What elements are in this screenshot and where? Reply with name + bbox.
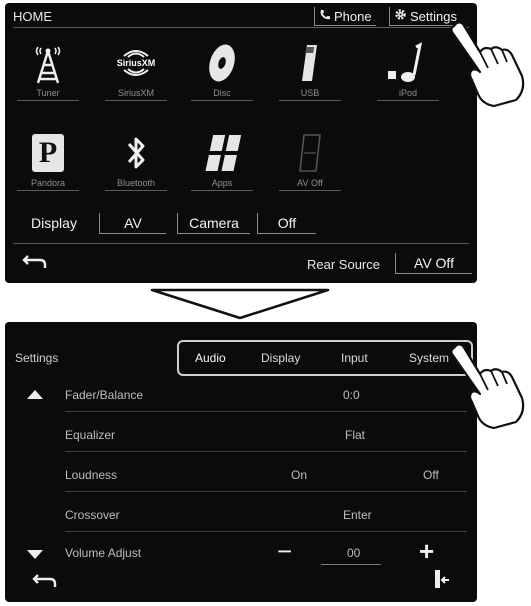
- source-tile-ipod[interactable]: iPod: [377, 41, 439, 101]
- source-label: iPod: [377, 88, 439, 101]
- setting-row-volume-adjust: Volume Adjust − 00 +: [5, 536, 477, 570]
- back-arrow-icon: [32, 573, 58, 594]
- rear-source-value-button[interactable]: AV Off: [395, 253, 472, 274]
- setting-name: Volume Adjust: [65, 546, 142, 560]
- source-tile-disc[interactable]: Disc: [191, 41, 253, 101]
- home-title: HOME: [13, 9, 52, 24]
- setting-row-crossover[interactable]: Crossover Enter: [5, 498, 477, 532]
- source-tile-av-off[interactable]: AV Off: [279, 131, 341, 191]
- setting-value: Flat: [345, 428, 366, 442]
- loudness-off-option[interactable]: Off: [423, 468, 439, 482]
- transition-arrow-icon: [150, 288, 330, 320]
- music-note-icon: [377, 41, 439, 85]
- source-tile-pandora[interactable]: P Pandora: [17, 131, 79, 191]
- source-tile-apps[interactable]: Apps: [191, 131, 253, 191]
- camera-button[interactable]: Camera: [177, 213, 250, 234]
- exit-settings-button[interactable]: [427, 569, 457, 594]
- source-label: Apps: [191, 178, 253, 191]
- loudness-on-option[interactable]: On: [291, 468, 307, 482]
- pandora-logo-icon: P: [17, 131, 79, 175]
- volume-value: 00: [347, 546, 361, 560]
- tab-audio[interactable]: Audio: [195, 351, 226, 365]
- setting-value: 0:0: [343, 388, 360, 402]
- row-divider: [65, 531, 467, 532]
- back-button[interactable]: [25, 572, 65, 594]
- footer-divider: [13, 243, 469, 244]
- row-divider: [65, 451, 467, 452]
- volume-value-underline: [321, 564, 381, 565]
- scroll-down-icon[interactable]: [27, 550, 43, 559]
- bluetooth-icon: [105, 131, 167, 175]
- row-divider: [65, 491, 467, 492]
- setting-row-loudness: Loudness On Off: [5, 458, 477, 492]
- row-divider: [65, 411, 467, 412]
- source-tile-bluetooth[interactable]: Bluetooth: [105, 131, 167, 191]
- setting-name: Crossover: [65, 508, 120, 522]
- header-divider: [13, 27, 469, 28]
- tab-display[interactable]: Display: [261, 351, 300, 365]
- back-button[interactable]: [15, 253, 55, 275]
- tab-system[interactable]: System: [409, 351, 449, 365]
- apps-grid-icon: [191, 131, 253, 175]
- setting-value: Enter: [343, 508, 372, 522]
- av-off-icon: [279, 131, 341, 175]
- source-tile-usb[interactable]: USB: [279, 41, 341, 101]
- antenna-tower-icon: [17, 41, 79, 85]
- scroll-up-icon[interactable]: [27, 390, 43, 399]
- off-button[interactable]: Off: [257, 213, 316, 234]
- usb-icon: [279, 41, 341, 85]
- phone-icon: [319, 9, 331, 24]
- settings-screen: Settings Audio Display Input System Fade…: [5, 322, 477, 602]
- source-label: SiriusXM: [105, 88, 167, 101]
- source-label: Tuner: [17, 88, 79, 101]
- source-label: Disc: [191, 88, 253, 101]
- display-button[interactable]: Display: [23, 213, 85, 233]
- pointing-hand-icon: [450, 343, 525, 430]
- phone-button[interactable]: Phone: [314, 7, 376, 26]
- settings-tab-bar: Audio Display Input System: [177, 340, 473, 376]
- source-label: USB: [279, 88, 341, 101]
- source-tile-tuner[interactable]: Tuner: [17, 41, 79, 101]
- tab-input[interactable]: Input: [341, 351, 368, 365]
- volume-decrease-button[interactable]: −: [277, 536, 292, 567]
- volume-increase-button[interactable]: +: [419, 536, 434, 567]
- siriusxm-logo-text: SiriusXM: [116, 58, 156, 68]
- setting-row-fader-balance[interactable]: Fader/Balance 0:0: [5, 378, 477, 412]
- home-screen: HOME Phone Settings Tuner SiriusXM Siriu: [5, 3, 477, 283]
- source-label: Pandora: [17, 178, 79, 191]
- source-tile-siriusxm[interactable]: SiriusXM SiriusXM: [105, 41, 167, 101]
- settings-title: Settings: [15, 351, 59, 365]
- source-label: Bluetooth: [105, 178, 167, 191]
- back-arrow-icon: [22, 254, 48, 275]
- exit-settings-icon: [434, 569, 450, 594]
- setting-name: Loudness: [65, 468, 118, 482]
- av-button[interactable]: AV: [99, 213, 166, 234]
- disc-icon: [191, 41, 253, 85]
- phone-label: Phone: [334, 8, 372, 24]
- source-label: AV Off: [279, 178, 341, 191]
- setting-name: Fader/Balance: [65, 388, 144, 402]
- rear-source-label: Rear Source: [307, 257, 380, 272]
- gear-icon: [394, 8, 407, 24]
- pointing-hand-icon: [450, 21, 525, 108]
- setting-name: Equalizer: [65, 428, 116, 442]
- siriusxm-logo-icon: SiriusXM: [105, 41, 167, 85]
- setting-row-equalizer[interactable]: Equalizer Flat: [5, 418, 477, 452]
